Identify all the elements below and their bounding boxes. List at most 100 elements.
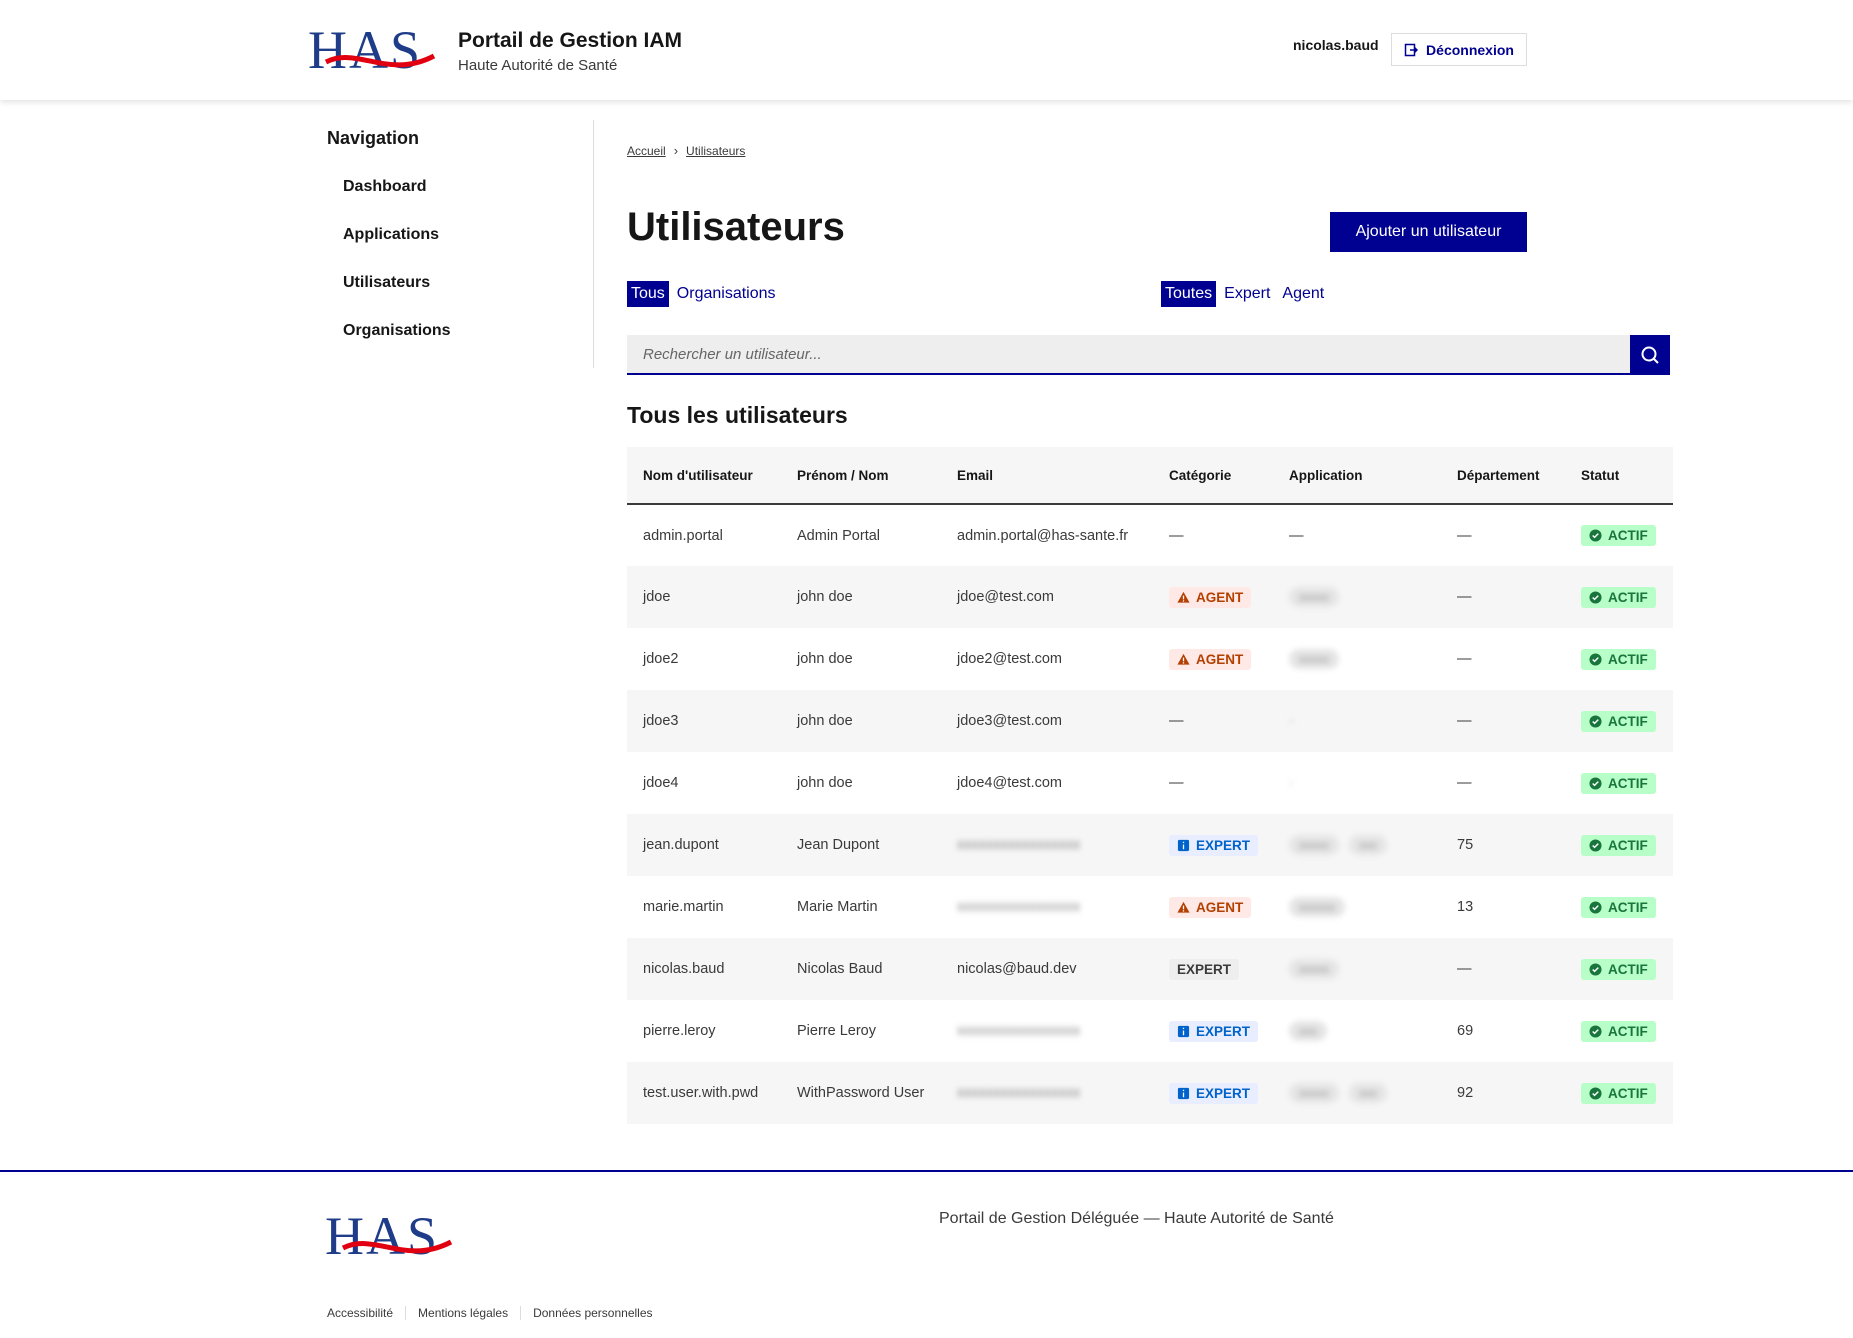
cell-email: jdoe4@test.com [957,775,1062,791]
footer-link-accessibilite[interactable]: Accessibilité [327,1306,405,1320]
cell-name: john doe [797,589,853,605]
cell-application: xxxxx [1273,938,1441,1000]
cell-status: ACTIF [1565,690,1673,752]
search-input[interactable] [627,335,1630,375]
add-user-button[interactable]: Ajouter un utilisateur [1330,212,1527,252]
page-title: Utilisateurs [627,205,845,249]
search-button[interactable] [1630,335,1670,375]
app-title: Portail de Gestion IAM [458,28,683,52]
table-row[interactable]: jdoe2 john doe jdoe2@test.com AGENT xxxx… [627,628,1673,690]
col-application[interactable]: Application [1273,447,1441,504]
cell-username: jdoe3 [643,713,679,729]
warning-icon [1177,591,1190,603]
col-username[interactable]: Nom d'utilisateur [627,447,781,504]
application-pill-redacted: xxxxx [1289,587,1339,607]
filter-agent[interactable]: Agent [1278,281,1328,307]
sidebar-item-utilisateurs[interactable]: Utilisateurs [327,273,593,321]
cell-status: ACTIF [1565,566,1673,628]
cell-department: — [1457,713,1472,729]
sidebar-item-organisations[interactable]: Organisations [327,321,593,369]
table-row[interactable]: jdoe3 john doe jdoe3@test.com — · — ACTI… [627,690,1673,752]
logout-label: Déconnexion [1426,41,1514,58]
filter-organisations[interactable]: Organisations [673,281,780,307]
category-badge: AGENT [1169,648,1252,670]
application-redacted: · [1289,775,1294,791]
check-circle-icon [1589,529,1602,542]
application-pill-redacted: xxxxx [1289,1083,1339,1103]
has-footer-logo[interactable]: HAS [325,1204,461,1268]
category-label: AGENT [1196,899,1244,915]
status-badge: ACTIF [1581,772,1656,794]
cell-department: — [1457,527,1472,544]
table-row[interactable]: pierre.leroy Pierre Leroy xxxxxxxxxxxxxx… [627,1000,1673,1062]
cell-application: xxxxx [1273,566,1441,628]
cell-name: Marie Martin [797,899,878,915]
table-header-row: Nom d'utilisateur Prénom / Nom Email Cat… [627,447,1673,504]
svg-text:HAS: HAS [325,1206,439,1266]
col-status[interactable]: Statut [1565,447,1673,504]
sidebar-menu: Dashboard Applications Utilisateurs Orga… [327,177,593,369]
cell-application: xxxxx xxx [1273,1062,1441,1124]
cell-status: ACTIF [1565,504,1673,566]
footer-link-mentions-legales[interactable]: Mentions légales [405,1306,520,1320]
site-header: HAS Portail de Gestion IAM Haute Autorit… [0,0,1853,100]
filter-toutes[interactable]: Toutes [1161,281,1217,307]
category-label: EXPERT [1196,837,1251,853]
table-row[interactable]: nicolas.baud Nicolas Baud nicolas@baud.d… [627,938,1673,1000]
col-email[interactable]: Email [941,447,1153,504]
category-badge: AGENT [1169,896,1252,918]
cell-username: nicolas.baud [643,961,725,977]
warning-icon [1177,901,1190,913]
status-label: ACTIF [1608,961,1648,977]
filter-tous[interactable]: Tous [627,281,669,307]
table-row[interactable]: jean.dupont Jean Dupont xxxxxxxxxxxxxxxx… [627,814,1673,876]
cell-category: — [1169,527,1184,544]
table-row[interactable]: jdoe john doe jdoe@test.com AGENT xxxxx … [627,566,1673,628]
table-row[interactable]: jdoe4 john doe jdoe4@test.com — · — ACTI… [627,752,1673,814]
col-department[interactable]: Département [1441,447,1565,504]
category-badge: AGENT [1169,586,1252,608]
cell-status: ACTIF [1565,628,1673,690]
cell-department: — [1457,589,1472,605]
col-name[interactable]: Prénom / Nom [781,447,941,504]
search-bar [627,335,1670,375]
check-circle-icon [1589,1086,1602,1100]
breadcrumb-current[interactable]: Utilisateurs [686,144,745,158]
cell-name: Nicolas Baud [797,961,883,977]
brand[interactable]: HAS Portail de Gestion IAM Haute Autorit… [308,18,682,82]
status-badge: ACTIF [1581,1020,1656,1042]
cell-name: Admin Portal [797,527,881,544]
sidebar-item-dashboard[interactable]: Dashboard [327,177,593,225]
breadcrumb-home[interactable]: Accueil [627,144,666,158]
table-row[interactable]: admin.portal Admin Portal admin.portal@h… [627,504,1673,566]
logout-button[interactable]: Déconnexion [1391,33,1527,66]
chevron-right-icon: › [673,143,679,158]
cell-application: · [1273,752,1441,814]
check-circle-icon [1589,652,1602,666]
cell-status: ACTIF [1565,938,1673,1000]
application-pill-redacted: xxxxxx [1289,897,1345,917]
cell-category: — [1169,775,1184,791]
cell-email: nicolas@baud.dev [957,961,1077,977]
application-pill-redacted: xxx [1349,835,1387,855]
cell-status: ACTIF [1565,752,1673,814]
category-filter: Toutes Expert Agent [1161,281,1328,307]
col-category[interactable]: Catégorie [1153,447,1273,504]
status-badge: ACTIF [1581,525,1656,546]
footer-link-donnees-personnelles[interactable]: Données personnelles [520,1306,664,1320]
search-icon [1641,346,1659,364]
footer-links: Accessibilité Mentions légales Données p… [327,1306,665,1320]
email-redacted: xxxxxxxxxxxxxxxxx [957,837,1081,853]
table-row[interactable]: test.user.with.pwd WithPassword User xxx… [627,1062,1673,1124]
status-badge: ACTIF [1581,958,1656,980]
sidebar-item-applications[interactable]: Applications [327,225,593,273]
category-badge: EXPERT [1169,1020,1259,1042]
filter-expert[interactable]: Expert [1220,281,1274,307]
status-badge: ACTIF [1581,710,1656,732]
cell-status: ACTIF [1565,814,1673,876]
check-circle-icon [1589,776,1602,790]
cell-application: xxxxx xxx [1273,814,1441,876]
email-redacted: xxxxxxxxxxxxxxxxx [957,899,1081,915]
status-badge: ACTIF [1581,834,1656,856]
table-row[interactable]: marie.martin Marie Martin xxxxxxxxxxxxxx… [627,876,1673,938]
